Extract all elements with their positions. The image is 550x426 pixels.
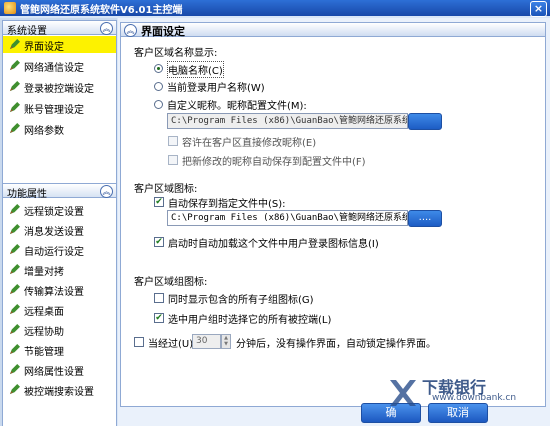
auto-save-nickname-label[interactable]: 把新修改的昵称自动保存到配置文件中(F)	[182, 153, 366, 168]
pencil-icon	[9, 102, 20, 113]
client-name-heading: 客户区域名称显示:	[134, 48, 218, 59]
sidebar-item-remote-lock[interactable]: 远程锁定设置	[3, 201, 116, 218]
user-name-radio[interactable]	[154, 82, 163, 91]
pencil-icon	[9, 264, 20, 275]
collapse-icon[interactable]: ︽	[100, 22, 113, 35]
sidebar-item-auto-run[interactable]: 自动运行设定	[3, 241, 116, 258]
sidebar-item-network-props[interactable]: 网络属性设置	[3, 361, 116, 378]
show-subgroups-checkbox[interactable]	[154, 293, 164, 303]
pencil-icon	[9, 123, 20, 134]
cancel-button[interactable]: 取消	[428, 403, 488, 423]
client-icon-heading: 客户区域图标:	[134, 184, 198, 195]
sidebar-item-label: 消息发送设置	[24, 227, 84, 238]
sidebar-item-account-mgmt[interactable]: 账号管理设定	[3, 99, 116, 116]
select-clients-checkbox[interactable]: ✔	[154, 313, 164, 323]
computer-name-label[interactable]: 电脑名称(C)	[167, 61, 224, 78]
sidebar-item-label: 账号管理设定	[24, 105, 84, 116]
main-window: 管鲍网络还原系统软件V6.01主控端 × 系统设置 ︽ 界面设定 网络通信设定 …	[0, 0, 550, 426]
collapse-icon[interactable]: ︽	[100, 185, 113, 198]
sidebar-item-label: 被控端搜索设置	[24, 387, 94, 398]
sidebar-item-label: 登录被控端设定	[24, 84, 94, 95]
collapse-icon[interactable]: ︽	[124, 24, 137, 37]
sidebar-item-label: 节能管理	[24, 347, 64, 358]
pencil-icon	[9, 324, 20, 335]
pencil-icon	[9, 384, 20, 395]
title-bar: 管鲍网络还原系统软件V6.01主控端 ×	[0, 0, 550, 17]
settings-panel: 客户区域名称显示: 电脑名称(C) 当前登录用户名称(W) 自定义昵称。昵称配置…	[120, 37, 546, 407]
custom-nickname-label[interactable]: 自定义昵称。昵称配置文件(M):	[167, 97, 307, 112]
app-icon	[4, 2, 16, 14]
auto-load-icon-checkbox[interactable]: ✔	[154, 237, 164, 247]
sidebar-item-power-mgmt[interactable]: 节能管理	[3, 341, 116, 358]
sidebar-item-network-comm[interactable]: 网络通信设定	[3, 57, 116, 74]
sidebar: 系统设置 ︽ 界面设定 网络通信设定 登录被控端设定 账号管理设定 网络参数 功…	[0, 18, 117, 426]
sidebar-item-login-client[interactable]: 登录被控端设定	[3, 78, 116, 95]
auto-load-icon-label[interactable]: 启动时自动加载这个文件中用户登录图标信息(I)	[168, 235, 379, 250]
group-icon-heading: 客户区域组图标:	[134, 277, 208, 288]
sidebar-item-incremental-copy[interactable]: 增量对拷	[3, 261, 116, 278]
computer-name-radio[interactable]	[154, 64, 163, 73]
sidebar-item-client-search[interactable]: 被控端搜索设置	[3, 381, 116, 398]
group-header-function-props[interactable]: 功能属性 ︽	[2, 183, 117, 200]
pencil-icon	[9, 344, 20, 355]
sidebar-item-label: 远程桌面	[24, 307, 64, 318]
sidebar-item-label: 网络属性设置	[24, 367, 84, 378]
idle-lock-checkbox[interactable]	[134, 337, 144, 347]
select-clients-label[interactable]: 选中用户组时选择它的所有被控端(L)	[168, 311, 331, 326]
window-title: 管鲍网络还原系统软件V6.01主控端	[20, 5, 183, 16]
sidebar-item-ui-settings[interactable]: 界面设定	[3, 36, 116, 53]
spinner-arrows-icon[interactable]: ▲ ▼	[221, 334, 231, 349]
sidebar-item-label: 界面设定	[24, 42, 64, 53]
show-subgroups-label[interactable]: 同时显示包含的所有子组图标(G)	[168, 291, 314, 306]
sidebar-item-label: 自动运行设定	[24, 247, 84, 258]
pencil-icon	[9, 60, 20, 71]
idle-lock-suffix: 分钟后，没有操作界面，自动锁定操作界面。	[236, 339, 436, 350]
sidebar-item-label: 增量对拷	[24, 267, 64, 278]
icon-browse-button[interactable]: ....	[408, 210, 442, 227]
watermark-url: www.downbank.cn	[432, 393, 517, 403]
sidebar-item-label: 网络参数	[24, 126, 64, 137]
sidebar-item-remote-assist[interactable]: 远程协助	[3, 321, 116, 338]
nickname-config-path[interactable]: C:\Program Files (x86)\GuanBao\管鲍网络还原系统软…	[167, 113, 408, 129]
sidebar-item-message-send[interactable]: 消息发送设置	[3, 221, 116, 238]
group-panel-function-props: 远程锁定设置 消息发送设置 自动运行设定 增量对拷 传输算法设置 远程桌面 远程…	[2, 198, 117, 426]
watermark-logo-icon	[390, 380, 416, 406]
idle-lock-prefix[interactable]: 当经过(U)	[148, 335, 193, 350]
nickname-browse-button[interactable]	[408, 113, 442, 130]
sidebar-item-transfer-algo[interactable]: 传输算法设置	[3, 281, 116, 298]
close-button[interactable]: ×	[530, 1, 547, 17]
idle-minutes-input[interactable]: 30	[192, 334, 221, 349]
sidebar-item-label: 网络通信设定	[24, 63, 84, 74]
auto-save-icon-label[interactable]: 自动保存到指定文件中(S):	[168, 195, 286, 210]
section-header: ︽ 界面设定	[120, 22, 546, 38]
auto-save-nickname-checkbox[interactable]	[168, 155, 178, 165]
allow-edit-checkbox[interactable]	[168, 136, 178, 146]
sidebar-item-label: 远程协助	[24, 327, 64, 338]
group-panel-system-settings: 界面设定 网络通信设定 登录被控端设定 账号管理设定 网络参数	[2, 35, 117, 183]
custom-nickname-radio[interactable]	[154, 100, 163, 109]
icon-file-path[interactable]: C:\Program Files (x86)\GuanBao\管鲍网络还原系统软…	[167, 210, 408, 226]
sidebar-item-network-params[interactable]: 网络参数	[3, 120, 116, 137]
sidebar-item-label: 远程锁定设置	[24, 207, 84, 218]
auto-save-icon-checkbox[interactable]: ✔	[154, 197, 164, 207]
pencil-icon	[9, 284, 20, 295]
pencil-icon	[9, 364, 20, 375]
allow-edit-label[interactable]: 容许在客户区直接修改昵称(E)	[182, 134, 316, 149]
pencil-icon	[9, 224, 20, 235]
user-name-label[interactable]: 当前登录用户名称(W)	[167, 79, 265, 94]
pencil-icon	[9, 204, 20, 215]
pencil-icon	[9, 244, 20, 255]
pencil-icon	[9, 81, 20, 92]
sidebar-item-remote-desktop[interactable]: 远程桌面	[3, 301, 116, 318]
sidebar-item-label: 传输算法设置	[24, 287, 84, 298]
group-header-system-settings[interactable]: 系统设置 ︽	[2, 20, 117, 37]
pencil-icon	[9, 304, 20, 315]
pencil-icon	[9, 39, 20, 50]
